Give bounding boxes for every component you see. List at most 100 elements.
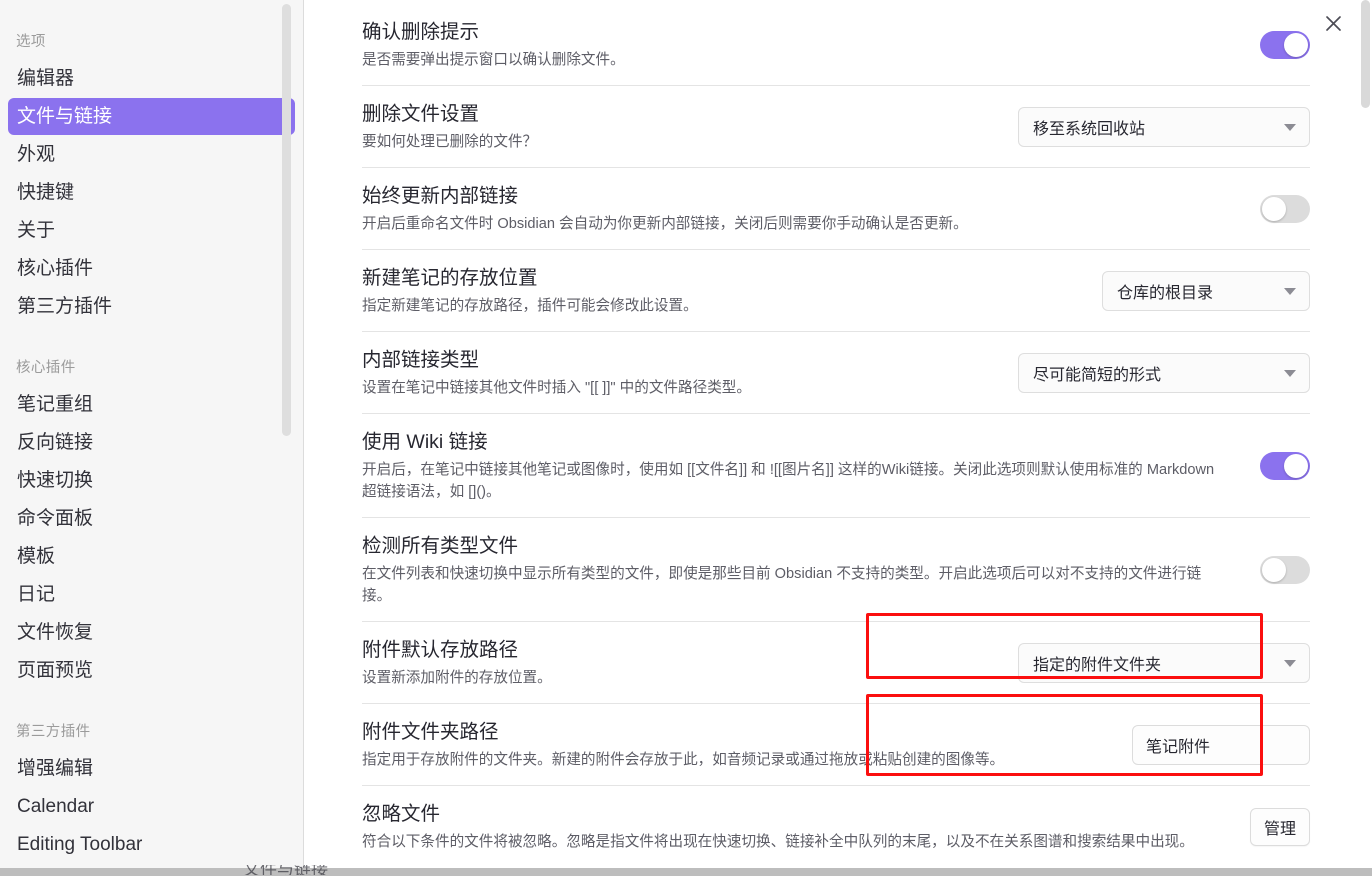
sidebar-item-文件与链接[interactable]: 文件与链接	[8, 98, 295, 135]
setting-row-删除文件设置: 删除文件设置要如何处理已删除的文件？ 移至系统回收站	[362, 85, 1310, 167]
setting-control: 指定的附件文件夹	[1018, 642, 1310, 683]
toggle-knob	[1262, 196, 1286, 221]
setting-description: 开启后重命名文件时 Obsidian 会自动为你更新内部链接，关闭后则需要你手动…	[362, 216, 968, 232]
sidebar-item-核心插件[interactable]: 核心插件	[8, 250, 295, 287]
setting-description: 指定用于存放附件的文件夹。新建的附件会存放于此，如音频记录或通过拖放或粘贴创建的…	[362, 752, 1005, 768]
manage-button[interactable]: 管理	[1249, 807, 1310, 846]
settings-sidebar: 选项 编辑器 文件与链接 外观 快捷键 关于 核心插件 第三方插件 核心插件 笔记重组 反向链接 快速…	[0, 0, 304, 868]
sidebar-item-快捷键[interactable]: 快捷键	[8, 174, 295, 211]
setting-info: 使用 Wiki 链接 开启后，在笔记中链接其他笔记或图像时，使用如 [[文件名]]…	[362, 428, 1222, 503]
sidebar-item-第三方插件[interactable]: 第三方插件	[8, 288, 295, 325]
setting-row-使用 Wiki 链接: 使用 Wiki 链接 开启后，在笔记中链接其他笔记或图像时，使用如 [[文件名]]…	[362, 413, 1310, 517]
setting-name: 内部链接类型	[362, 349, 480, 371]
sidebar-group: 第三方插件增强编辑CalendarEditing ToolbarRemotely…	[0, 716, 303, 868]
sidebar-item-增强编辑[interactable]: 增强编辑	[8, 750, 295, 787]
chevron-down-icon	[1284, 369, 1296, 377]
sidebar-group: 核心插件笔记重组 反向链接 快速切换 命令面板 模板 日记 文件恢复 页面预览	[0, 352, 303, 689]
setting-row-附件文件夹路径: 附件文件夹路径指定用于存放附件的文件夹。新建的附件会存放于此，如音频记录或通过拖…	[362, 703, 1310, 785]
sidebar-item-笔记重组[interactable]: 笔记重组	[8, 386, 295, 423]
sidebar-item-模板[interactable]: 模板	[8, 538, 295, 575]
dropdown-内部链接类型[interactable]: 尽可能简短的形式	[1018, 352, 1310, 393]
sidebar-item-日记[interactable]: 日记	[8, 576, 295, 613]
sidebar-item-外观[interactable]: 外观	[8, 136, 295, 173]
setting-row-始终更新内部链接: 始终更新内部链接开启后重命名文件时 Obsidian 会自动为你更新内部链接，关…	[362, 167, 1310, 249]
setting-info: 内部链接类型 设置在笔记中链接其他文件时插入 "[[ ]]" 中的文件路径类型。	[362, 346, 996, 399]
sidebar-group-heading: 核心插件	[16, 360, 76, 376]
setting-control	[1132, 724, 1310, 765]
sidebar-nav-list: 选项 编辑器 文件与链接 外观 快捷键 关于 核心插件 第三方插件 核心插件 笔记重组 反向链接 快速…	[0, 26, 303, 868]
close-icon[interactable]	[1316, 6, 1350, 40]
setting-control: 移至系统回收站	[1018, 106, 1310, 147]
sidebar-item-命令面板[interactable]: 命令面板	[8, 500, 295, 537]
setting-name: 附件默认存放路径	[362, 639, 519, 661]
sidebar-item-Editing Toolbar[interactable]: Editing Toolbar	[8, 826, 295, 863]
toggle-使用 Wiki 链接[interactable]	[1260, 451, 1310, 480]
setting-info: 附件默认存放路径设置新添加附件的存放位置。	[362, 636, 996, 689]
setting-row-确认删除提示: 确认删除提示 是否需要弹出提示窗口以确认删除文件。	[362, 0, 1310, 85]
setting-control	[1260, 555, 1310, 584]
setting-row-附件默认存放路径: 附件默认存放路径设置新添加附件的存放位置。 指定的附件文件夹	[362, 621, 1310, 703]
setting-control	[1260, 194, 1310, 223]
setting-info: 新建笔记的存放位置 指定新建笔记的存放路径，插件可能会修改此设置。	[362, 264, 1080, 317]
setting-description: 是否需要弹出提示窗口以确认删除文件。	[362, 52, 625, 68]
text-input-附件文件夹路径[interactable]	[1132, 724, 1310, 765]
toggle-knob	[1284, 453, 1308, 478]
setting-info: 确认删除提示 是否需要弹出提示窗口以确认删除文件。	[362, 18, 1222, 71]
background-window-edge	[0, 868, 1372, 876]
toggle-检测所有类型文件[interactable]	[1260, 555, 1310, 584]
chevron-down-icon	[1284, 123, 1296, 131]
setting-info: 始终更新内部链接开启后重命名文件时 Obsidian 会自动为你更新内部链接，关…	[362, 182, 1222, 235]
setting-name: 始终更新内部链接	[362, 185, 519, 207]
setting-row-内部链接类型: 内部链接类型 设置在笔记中链接其他文件时插入 "[[ ]]" 中的文件路径类型。 尽…	[362, 331, 1310, 413]
setting-control: 尽可能简短的形式	[1018, 352, 1310, 393]
setting-description: 要如何处理已删除的文件？	[362, 134, 538, 150]
settings-content-area: 确认删除提示 是否需要弹出提示窗口以确认删除文件。删除文件设置要如何处理已删除的文…	[304, 0, 1372, 868]
setting-control	[1260, 30, 1310, 59]
toggle-始终更新内部链接[interactable]	[1260, 194, 1310, 223]
dropdown-selected-value: 仓库的根目录	[1117, 284, 1214, 302]
setting-info: 附件文件夹路径指定用于存放附件的文件夹。新建的附件会存放于此，如音频记录或通过拖…	[362, 718, 1110, 771]
sidebar-item-页面预览[interactable]: 页面预览	[8, 652, 295, 689]
sidebar-scrollbar-track[interactable]	[282, 0, 297, 868]
setting-info: 忽略文件 符合以下条件的文件将被忽略。忽略是指文件将出现在快速切换、链接补全中队列…	[362, 800, 1222, 853]
setting-name: 忽略文件	[362, 803, 441, 825]
setting-name: 附件文件夹路径	[362, 721, 499, 743]
sidebar-item-快速切换[interactable]: 快速切换	[8, 462, 295, 499]
background-window-clipped-title: 文件与链接	[243, 865, 328, 875]
settings-list: 确认删除提示 是否需要弹出提示窗口以确认删除文件。删除文件设置要如何处理已删除的文…	[304, 0, 1372, 868]
setting-name: 检测所有类型文件	[362, 535, 519, 557]
sidebar-item-反向链接[interactable]: 反向链接	[8, 424, 295, 461]
setting-row-检测所有类型文件: 检测所有类型文件在文件列表和快速切换中显示所有类型的文件，即使是那些目前 Obs…	[362, 517, 1310, 621]
settings-modal: 选项 编辑器 文件与链接 外观 快捷键 关于 核心插件 第三方插件 核心插件 笔记重组 反向链接 快速…	[0, 0, 1372, 876]
sidebar-group-heading: 第三方插件	[16, 724, 91, 740]
content-scrollbar-thumb[interactable]	[1361, 0, 1370, 108]
dropdown-新建笔记的存放位置[interactable]: 仓库的根目录	[1102, 270, 1310, 311]
setting-name: 删除文件设置	[362, 103, 480, 125]
sidebar-scrollbar-thumb[interactable]	[282, 4, 291, 436]
dropdown-selected-value: 指定的附件文件夹	[1033, 656, 1162, 674]
chevron-down-icon	[1284, 659, 1296, 667]
setting-description: 开启后，在笔记中链接其他笔记或图像时，使用如 [[文件名]] 和 ![[图片名]…	[362, 462, 1215, 500]
sidebar-item-文件恢复[interactable]: 文件恢复	[8, 614, 295, 651]
sidebar-group: 选项编辑器 文件与链接 外观 快捷键 关于 核心插件 第三方插件	[0, 26, 303, 325]
dropdown-删除文件设置[interactable]: 移至系统回收站	[1018, 106, 1310, 147]
setting-description: 在文件列表和快速切换中显示所有类型的文件，即使是那些目前 Obsidian 不支…	[362, 566, 1202, 604]
dropdown-selected-value: 尽可能简短的形式	[1033, 366, 1162, 384]
sidebar-group-heading: 选项	[16, 34, 46, 50]
setting-description: 设置新添加附件的存放位置。	[362, 670, 552, 686]
setting-row-新建笔记的存放位置: 新建笔记的存放位置 指定新建笔记的存放路径，插件可能会修改此设置。 仓库的根目录	[362, 249, 1310, 331]
setting-control: 仓库的根目录	[1102, 270, 1310, 311]
setting-control: 管理	[1249, 807, 1310, 846]
setting-control	[1260, 451, 1310, 480]
toggle-确认删除提示[interactable]	[1260, 30, 1310, 59]
setting-info: 检测所有类型文件在文件列表和快速切换中显示所有类型的文件，即使是那些目前 Obs…	[362, 532, 1222, 607]
dropdown-附件默认存放路径[interactable]: 指定的附件文件夹	[1018, 642, 1310, 683]
setting-info: 删除文件设置要如何处理已删除的文件？	[362, 100, 996, 153]
sidebar-item-Calendar[interactable]: Calendar	[8, 788, 295, 825]
setting-description: 指定新建笔记的存放路径，插件可能会修改此设置。	[362, 298, 698, 314]
sidebar-item-关于[interactable]: 关于	[8, 212, 295, 249]
sidebar-item-编辑器[interactable]: 编辑器	[8, 60, 295, 97]
chevron-down-icon	[1284, 287, 1296, 295]
